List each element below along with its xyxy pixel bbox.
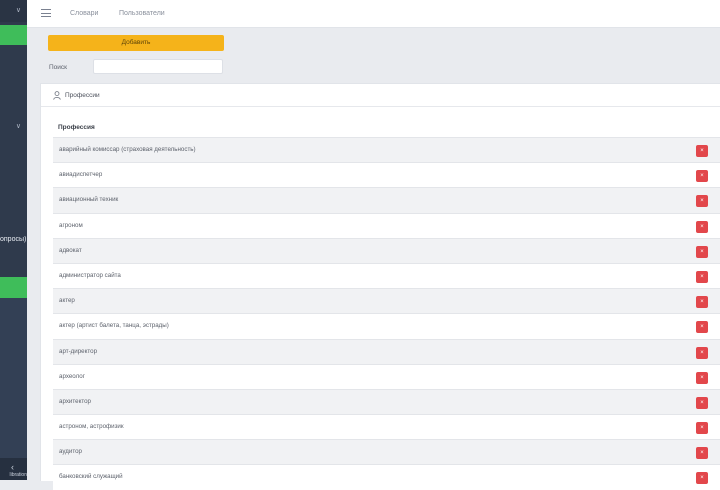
sidebar-footer-text: libration bbox=[9, 472, 27, 478]
table-row: авиадиспетчер × bbox=[53, 162, 720, 188]
delete-button[interactable]: × bbox=[696, 170, 708, 183]
profession-name: актер bbox=[59, 297, 75, 305]
table-row: авиационный техник × bbox=[53, 187, 720, 213]
profession-name: банковский служащий bbox=[59, 473, 123, 481]
professions-table: аварийный комиссар (страховая деятельнос… bbox=[53, 137, 720, 490]
delete-button[interactable]: × bbox=[696, 220, 708, 233]
table-row: администратор сайта × bbox=[53, 262, 720, 289]
panel-title: Профессии bbox=[65, 92, 100, 99]
profession-name: администратор сайта bbox=[59, 271, 121, 279]
delete-button[interactable]: × bbox=[696, 447, 708, 460]
menu-icon[interactable] bbox=[41, 9, 51, 17]
sidebar-header[interactable] bbox=[0, 0, 27, 22]
sidebar-item-highlight[interactable] bbox=[0, 277, 27, 298]
sidebar-item-label[interactable]: опросы) bbox=[0, 236, 27, 243]
profession-name: астроном, астрофизик bbox=[59, 423, 124, 431]
panel-header: Профессии bbox=[41, 84, 720, 107]
chevron-left-icon[interactable]: ‹ bbox=[11, 462, 14, 472]
delete-button[interactable]: × bbox=[696, 422, 708, 435]
profession-name: авиадиспетчер bbox=[59, 171, 103, 179]
table-row: астроном, астрофизик × bbox=[53, 414, 720, 440]
profession-name: аварийный комиссар (страховая деятельнос… bbox=[59, 146, 196, 153]
table-row: архитектор × bbox=[53, 388, 720, 415]
chevron-down-icon[interactable]: ∨ bbox=[16, 123, 21, 131]
table-row: банковский служащий × bbox=[53, 464, 720, 490]
table-row: актер × bbox=[53, 288, 720, 314]
delete-button[interactable]: × bbox=[696, 346, 708, 359]
professions-panel: Профессии Профессия аварийный комиссар (… bbox=[40, 83, 720, 490]
profession-name: адвокат bbox=[59, 246, 82, 254]
profession-name: арт-директор bbox=[59, 347, 98, 355]
delete-button[interactable]: × bbox=[696, 145, 708, 157]
delete-button[interactable]: × bbox=[696, 296, 708, 309]
delete-button[interactable]: × bbox=[696, 371, 708, 384]
column-header: Профессия bbox=[58, 124, 95, 131]
table-row: адвокат × bbox=[53, 237, 720, 263]
table-row: арт-директор × bbox=[53, 338, 720, 364]
table-row: археолог × bbox=[53, 363, 720, 389]
profession-name: агроном bbox=[59, 221, 83, 229]
sidebar-collapse-button[interactable]: ‹ libration bbox=[0, 458, 27, 480]
table-row: актер (артист балета, танца, эстрады) × bbox=[53, 313, 720, 339]
nav-link-users[interactable]: Пользователи bbox=[119, 10, 165, 17]
delete-button[interactable]: × bbox=[696, 321, 708, 334]
profession-name: актер (артист балета, танца, эстрады) bbox=[59, 322, 169, 330]
sidebar-item-active[interactable] bbox=[0, 25, 27, 45]
nav-link-dictionaries[interactable]: Словари bbox=[70, 10, 98, 17]
delete-button[interactable]: × bbox=[696, 270, 708, 283]
chevron-down-icon[interactable]: ∨ bbox=[16, 7, 21, 15]
search-label: Поиск bbox=[49, 64, 68, 71]
search-input[interactable] bbox=[93, 59, 223, 74]
table-row: агроном × bbox=[53, 212, 720, 238]
add-button[interactable]: Добавить bbox=[48, 35, 224, 51]
table-row: аварийный комиссар (страховая деятельнос… bbox=[53, 137, 720, 163]
delete-button[interactable]: × bbox=[696, 195, 708, 208]
sidebar: ∨ ∨ опросы) ‹ libration bbox=[0, 0, 27, 480]
delete-button[interactable]: × bbox=[696, 245, 708, 258]
profession-name: археолог bbox=[59, 372, 85, 380]
delete-button[interactable]: × bbox=[696, 472, 708, 485]
table-row: аудитор × bbox=[53, 439, 720, 465]
sidebar-section bbox=[0, 298, 27, 458]
profession-name: архитектор bbox=[59, 397, 91, 405]
delete-button[interactable]: × bbox=[696, 396, 708, 409]
user-icon bbox=[53, 91, 61, 100]
profession-name: авиационный техник bbox=[59, 196, 119, 204]
top-header: Словари Пользователи bbox=[27, 0, 720, 28]
profession-name: аудитор bbox=[59, 448, 82, 456]
